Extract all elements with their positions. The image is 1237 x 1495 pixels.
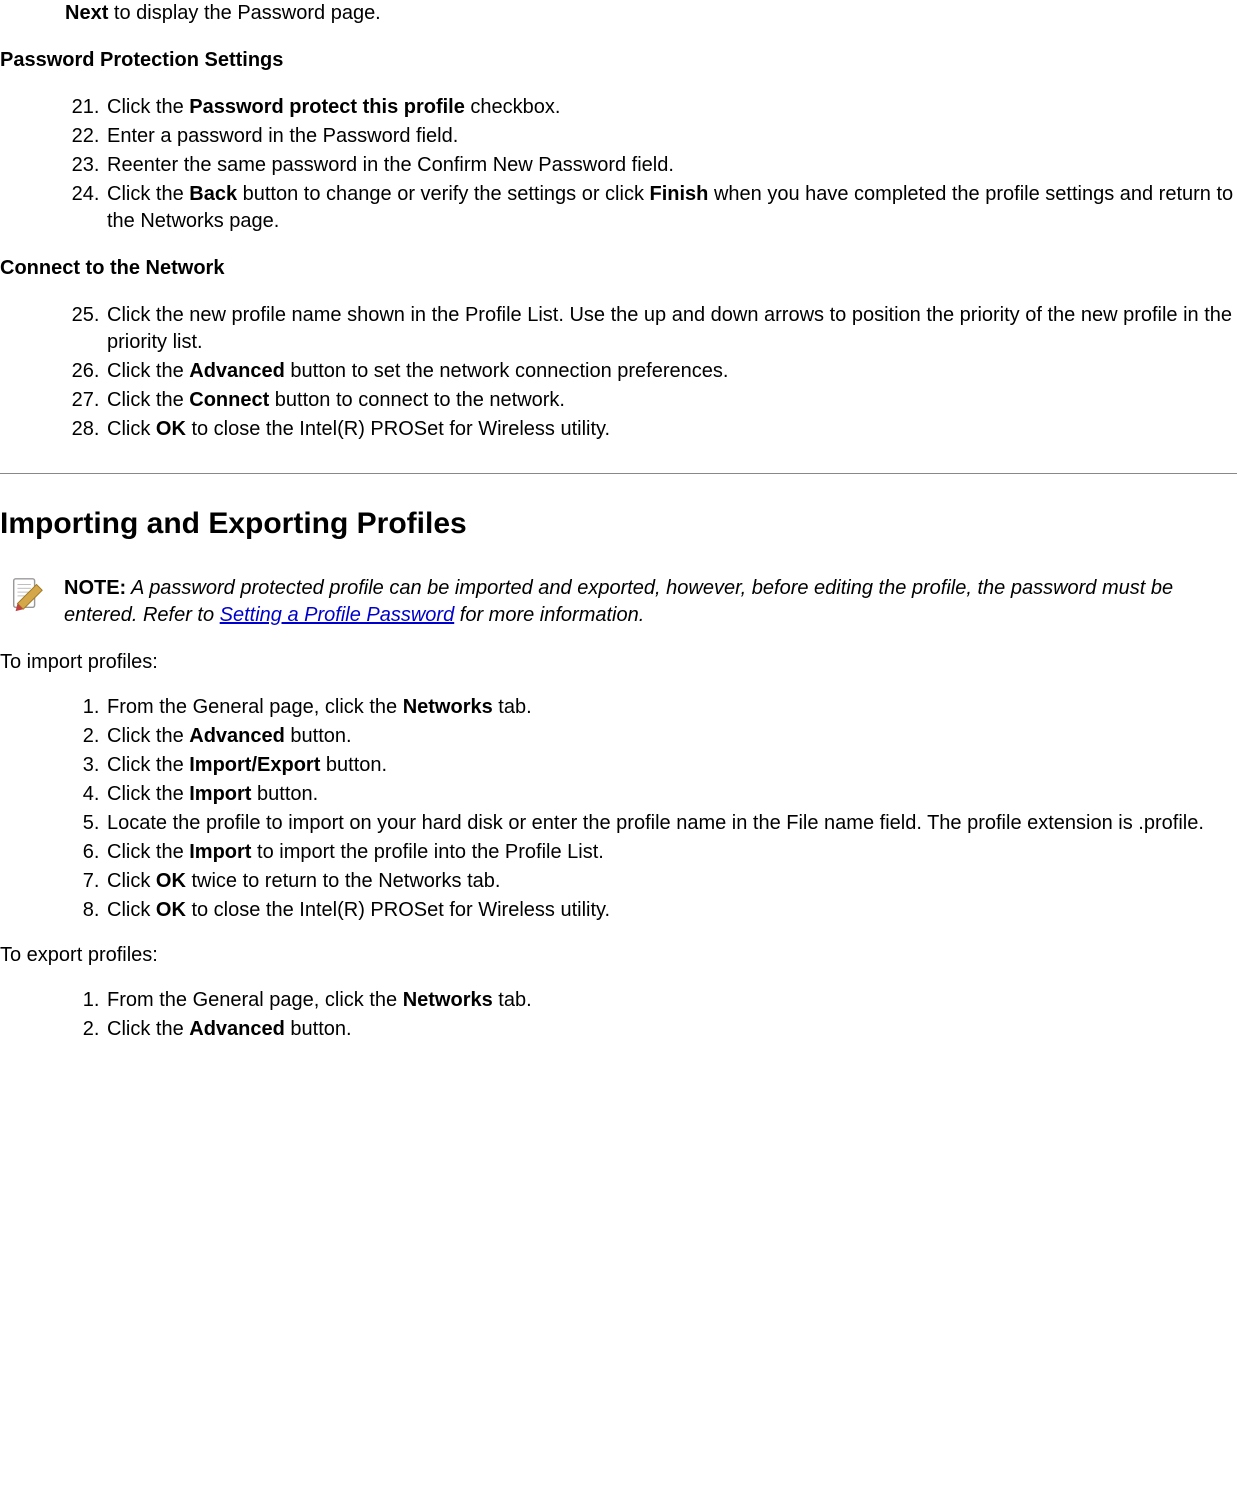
- text-run: button.: [285, 725, 352, 747]
- bold-text: Back: [189, 183, 237, 205]
- document-body: Next to display the Password page. Passw…: [0, 0, 1237, 1081]
- bold-text: Networks: [403, 989, 493, 1011]
- text-run: From the General page, click the: [107, 989, 403, 1011]
- list-item: Click the Import/Export button.: [105, 752, 1237, 779]
- text-run: Click the: [107, 725, 189, 747]
- text-run: Reenter the same password in the Confirm…: [107, 154, 674, 176]
- ordered-list: From the General page, click the Network…: [0, 987, 1237, 1043]
- list-item: From the General page, click the Network…: [105, 694, 1237, 721]
- text-run: to close the Intel(R) PROSet for Wireles…: [186, 899, 610, 921]
- text-run: Click the: [107, 96, 189, 118]
- bold-text: Finish: [650, 183, 709, 205]
- list-item: Click the Advanced button.: [105, 723, 1237, 750]
- list-item: Click the new profile name shown in the …: [105, 302, 1237, 356]
- note-block: NOTE: A password protected profile can b…: [0, 575, 1237, 629]
- bold-text: Password protect this profile: [189, 96, 465, 118]
- text-run: Locate the profile to import on your har…: [107, 812, 1204, 834]
- note-label: NOTE:: [64, 577, 126, 599]
- bold-text: Advanced: [189, 1018, 285, 1040]
- text-run: button to set the network connection pre…: [285, 360, 729, 382]
- text-run: to import the profile into the Profile L…: [251, 841, 603, 863]
- list-item: Reenter the same password in the Confirm…: [105, 152, 1237, 179]
- bold-text: Next: [65, 2, 108, 24]
- bold-text: Import: [189, 783, 251, 805]
- bold-text: Advanced: [189, 360, 285, 382]
- text-run: to display the Password page.: [108, 2, 380, 24]
- text-run: Click the: [107, 841, 189, 863]
- bold-text: OK: [156, 870, 186, 892]
- list-item: Click the Advanced button.: [105, 1016, 1237, 1043]
- section-heading: Importing and Exporting Profiles: [0, 504, 1237, 545]
- text-run: Click the: [107, 754, 189, 776]
- bold-text: Import: [189, 841, 251, 863]
- list-item: Click the Connect button to connect to t…: [105, 387, 1237, 414]
- list-item: Click the Back button to change or verif…: [105, 181, 1237, 235]
- text-run: twice to return to the Networks tab.: [186, 870, 501, 892]
- list-item: Enter a password in the Password field.: [105, 123, 1237, 150]
- list-item: Click OK to close the Intel(R) PROSet fo…: [105, 897, 1237, 924]
- list-item: Click the Advanced button to set the net…: [105, 358, 1237, 385]
- text-run: Click the: [107, 389, 189, 411]
- paragraph: To export profiles:: [0, 942, 1237, 969]
- note-text: NOTE: A password protected profile can b…: [64, 575, 1237, 629]
- text-run: to close the Intel(R) PROSet for Wireles…: [186, 418, 610, 440]
- text-run: Click the new profile name shown in the …: [107, 304, 1232, 353]
- note-icon: [8, 575, 46, 613]
- bold-text: OK: [156, 418, 186, 440]
- paragraph: To import profiles:: [0, 649, 1237, 676]
- list-item: Click the Import to import the profile i…: [105, 839, 1237, 866]
- text-run: button to change or verify the settings …: [237, 183, 649, 205]
- link-profile-password[interactable]: Setting a Profile Password: [220, 604, 455, 626]
- bold-text: Import/Export: [189, 754, 320, 776]
- bold-text: Advanced: [189, 725, 285, 747]
- text-run: Click: [107, 418, 156, 440]
- list-item: Click the Password protect this profile …: [105, 94, 1237, 121]
- text-run: button.: [320, 754, 387, 776]
- text-run: Click the: [107, 183, 189, 205]
- text-run: Enter a password in the Password field.: [107, 125, 458, 147]
- bold-text: OK: [156, 899, 186, 921]
- list-item: Locate the profile to import on your har…: [105, 810, 1237, 837]
- list-item: Click OK to close the Intel(R) PROSet fo…: [105, 416, 1237, 443]
- bold-text: Networks: [403, 696, 493, 718]
- list-item: From the General page, click the Network…: [105, 987, 1237, 1014]
- text-run: for more information.: [454, 604, 644, 626]
- subsection-heading: Password Protection Settings: [0, 47, 1237, 74]
- ordered-list: Click the new profile name shown in the …: [0, 302, 1237, 443]
- text-run: button.: [285, 1018, 352, 1040]
- text-run: From the General page, click the: [107, 696, 403, 718]
- bold-text: Connect: [189, 389, 269, 411]
- text-run: checkbox.: [465, 96, 561, 118]
- text-run: Click the: [107, 783, 189, 805]
- ordered-list: Click the Password protect this profile …: [0, 94, 1237, 235]
- divider: [0, 473, 1237, 474]
- text-run: Click the: [107, 360, 189, 382]
- continuation-line: Next to display the Password page.: [65, 0, 1237, 27]
- list-item: Click OK twice to return to the Networks…: [105, 868, 1237, 895]
- text-run: Click the: [107, 1018, 189, 1040]
- text-run: button.: [251, 783, 318, 805]
- text-run: Click: [107, 899, 156, 921]
- text-run: Click: [107, 870, 156, 892]
- text-run: tab.: [493, 696, 532, 718]
- text-run: button to connect to the network.: [269, 389, 565, 411]
- ordered-list: From the General page, click the Network…: [0, 694, 1237, 924]
- subsection-heading: Connect to the Network: [0, 255, 1237, 282]
- text-run: tab.: [493, 989, 532, 1011]
- list-item: Click the Import button.: [105, 781, 1237, 808]
